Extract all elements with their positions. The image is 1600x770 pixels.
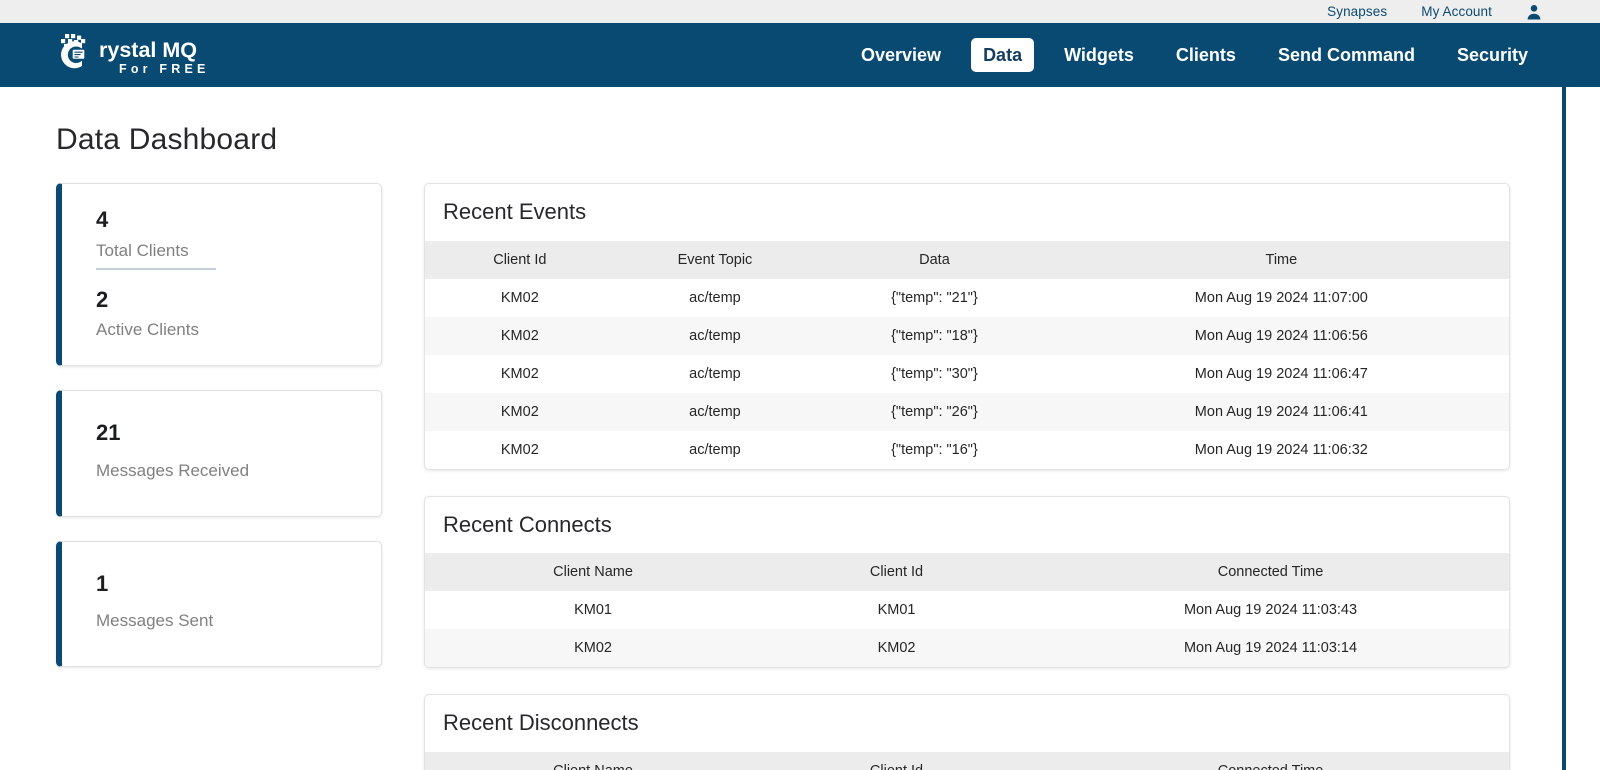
top-utility-bar: Synapses My Account	[0, 0, 1600, 23]
panel-recent-disconnects: Recent Disconnects Client Name Client Id…	[424, 694, 1510, 770]
topbar-link-synapses[interactable]: Synapses	[1327, 5, 1387, 19]
cell-event-topic: ac/temp	[689, 365, 741, 382]
cell-client-name: KM01	[574, 602, 612, 619]
cell-client-id: KM01	[877, 602, 916, 619]
user-avatar-icon[interactable]	[1526, 4, 1542, 20]
nav-item-clients[interactable]: Clients	[1164, 38, 1248, 73]
page-title: Data Dashboard	[56, 123, 278, 156]
col-time: Time	[1053, 240, 1509, 279]
stat-divider	[96, 267, 216, 270]
table-row[interactable]: KM02 ac/temp {"temp": "21"} Mon Aug 19 2…	[425, 278, 1509, 317]
cell-data: {"temp": "26"}	[891, 403, 978, 420]
recent-events-body: KM02 ac/temp {"temp": "21"} Mon Aug 19 2…	[425, 278, 1509, 469]
panel-title-recent-disconnects: Recent Disconnects	[443, 710, 639, 736]
col-event-topic: Event Topic	[614, 240, 816, 279]
recent-connects-head: Client Name Client Id Connected Time	[425, 553, 1509, 592]
svg-text:For FREE: For FREE	[119, 62, 206, 76]
panels-column: Recent Events Client Id Event Topic Data…	[424, 183, 1562, 770]
col-client-id: Client Id	[425, 240, 615, 279]
cell-client-name: KM02	[574, 640, 612, 657]
panel-title-recent-events: Recent Events	[443, 199, 587, 224]
nav-item-data[interactable]: Data	[971, 37, 1035, 73]
recent-events-table: Client Id Event Topic Data Time KM02 ac/…	[425, 240, 1509, 469]
page-body: Data Dashboard 4 Total Clients 2 Active …	[0, 87, 1566, 770]
total-clients-label: Total Clients	[96, 240, 189, 260]
recent-connects-table: Client Name Client Id Connected Time KM0…	[425, 553, 1509, 668]
col-client-id: Client Id	[761, 553, 1033, 592]
topbar-link-my-account[interactable]: My Account	[1421, 5, 1492, 19]
active-clients-label: Active Clients	[96, 320, 199, 340]
cell-client-id: KM02	[500, 327, 539, 344]
active-clients-value: 2	[96, 286, 109, 312]
cell-data: {"temp": "16"}	[891, 441, 978, 458]
cell-event-topic: ac/temp	[689, 289, 741, 306]
brand-logo[interactable]: rystal MQ For FREE	[56, 32, 206, 78]
table-row[interactable]: KM02 ac/temp {"temp": "26"} Mon Aug 19 2…	[425, 392, 1509, 431]
messages-received-value: 21	[96, 420, 121, 446]
col-connected-time: Connected Time	[1032, 553, 1509, 592]
col-connected-time: Connected Time	[1032, 751, 1509, 770]
panel-title-recent-connects: Recent Connects	[443, 511, 612, 537]
cell-data: {"temp": "21"}	[891, 289, 978, 306]
stat-card-messages-received: 21 Messages Received	[56, 390, 382, 517]
recent-disconnects-head: Client Name Client Id Connected Time	[425, 751, 1509, 770]
col-data: Data	[815, 240, 1054, 279]
stat-card-messages-sent: 1 Messages Sent	[56, 540, 382, 668]
cell-time: Mon Aug 19 2024 11:06:47	[1194, 365, 1368, 382]
cell-connected-time: Mon Aug 19 2024 11:03:14	[1183, 640, 1358, 657]
cell-connected-time: Mon Aug 19 2024 11:03:43	[1183, 602, 1358, 619]
panel-recent-connects: Recent Connects Client Name Client Id Co…	[424, 495, 1510, 669]
col-client-id: Client Id	[761, 751, 1033, 770]
messages-received-label: Messages Received	[96, 460, 250, 480]
cell-client-id: KM02	[877, 640, 916, 657]
table-row[interactable]: KM02 KM02 Mon Aug 19 2024 11:03:14	[425, 629, 1509, 668]
cell-client-id: KM02	[500, 441, 539, 458]
stats-column: 4 Total Clients 2 Active Clients 21 Mess…	[56, 183, 382, 770]
recent-events-head: Client Id Event Topic Data Time	[425, 240, 1509, 279]
recent-disconnects-table: Client Name Client Id Connected Time	[425, 751, 1509, 770]
table-row[interactable]: KM02 ac/temp {"temp": "18"} Mon Aug 19 2…	[425, 316, 1509, 355]
nav-item-overview[interactable]: Overview	[849, 38, 953, 73]
cell-event-topic: ac/temp	[689, 327, 741, 344]
cell-client-id: KM02	[500, 403, 539, 420]
cell-client-id: KM02	[500, 365, 539, 382]
cell-time: Mon Aug 19 2024 11:07:00	[1194, 289, 1368, 306]
nav-item-send-command[interactable]: Send Command	[1266, 38, 1427, 73]
cell-data: {"temp": "30"}	[891, 365, 978, 382]
cell-time: Mon Aug 19 2024 11:06:32	[1194, 441, 1368, 458]
table-header-row: Client Name Client Id Connected Time	[425, 751, 1509, 770]
table-header-row: Client Id Event Topic Data Time	[425, 240, 1509, 279]
nav-item-security[interactable]: Security	[1445, 38, 1540, 73]
cell-client-id: KM02	[500, 289, 539, 306]
col-client-name: Client Name	[425, 751, 762, 770]
main-navbar: rystal MQ For FREE Overview Data Widgets…	[0, 23, 1600, 87]
svg-text:rystal MQ: rystal MQ	[99, 38, 197, 62]
stat-card-clients: 4 Total Clients 2 Active Clients	[56, 183, 382, 367]
cell-event-topic: ac/temp	[689, 403, 741, 420]
cell-time: Mon Aug 19 2024 11:06:41	[1194, 403, 1368, 420]
cell-data: {"temp": "18"}	[891, 327, 978, 344]
col-client-name: Client Name	[425, 553, 762, 592]
table-row[interactable]: KM02 ac/temp {"temp": "30"} Mon Aug 19 2…	[425, 354, 1509, 393]
vertical-scrollbar[interactable]	[1528, 87, 1562, 770]
table-header-row: Client Name Client Id Connected Time	[425, 553, 1509, 592]
messages-sent-label: Messages Sent	[96, 611, 214, 631]
messages-sent-value: 1	[96, 570, 109, 596]
total-clients-value: 4	[96, 207, 109, 232]
recent-connects-body: KM01 KM01 Mon Aug 19 2024 11:03:43 KM02 …	[425, 591, 1509, 668]
nav-items: Overview Data Widgets Clients Send Comma…	[831, 37, 1540, 73]
cell-time: Mon Aug 19 2024 11:06:56	[1194, 327, 1368, 344]
cell-event-topic: ac/temp	[689, 441, 741, 458]
table-row[interactable]: KM02 ac/temp {"temp": "16"} Mon Aug 19 2…	[425, 430, 1509, 469]
nav-item-widgets[interactable]: Widgets	[1052, 38, 1146, 73]
crystal-mq-logo-icon: rystal MQ For FREE	[61, 34, 206, 76]
content-area: 4 Total Clients 2 Active Clients 21 Mess…	[0, 183, 1562, 770]
table-row[interactable]: KM01 KM01 Mon Aug 19 2024 11:03:43	[425, 591, 1509, 630]
panel-recent-events: Recent Events Client Id Event Topic Data…	[424, 183, 1510, 470]
